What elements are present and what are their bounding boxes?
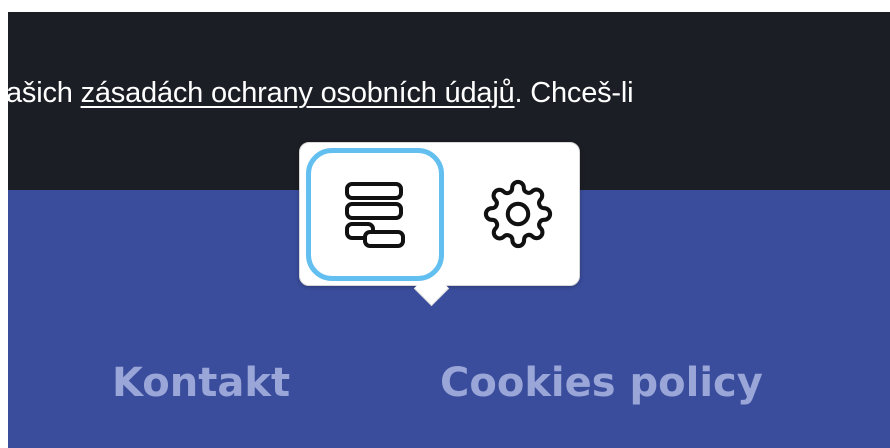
gear-icon (483, 179, 553, 249)
page-viewport: ašich zásadách ochrany osobních údajů. C… (8, 12, 890, 448)
privacy-policy-link[interactable]: zásadách ochrany osobních údajů (81, 77, 515, 109)
banner-text-before: ašich (8, 77, 81, 109)
settings-button[interactable] (466, 162, 570, 266)
stacked-list-icon (345, 181, 405, 248)
banner-text-after: . Chceš-li (514, 77, 634, 109)
stacked-list-button[interactable] (306, 148, 444, 281)
cookie-banner-text: ašich zásadách ochrany osobních údajů. C… (8, 73, 634, 113)
footer-link-kontakt[interactable]: Kontakt (112, 358, 290, 408)
footer-link-cookies-policy[interactable]: Cookies policy (440, 358, 763, 408)
